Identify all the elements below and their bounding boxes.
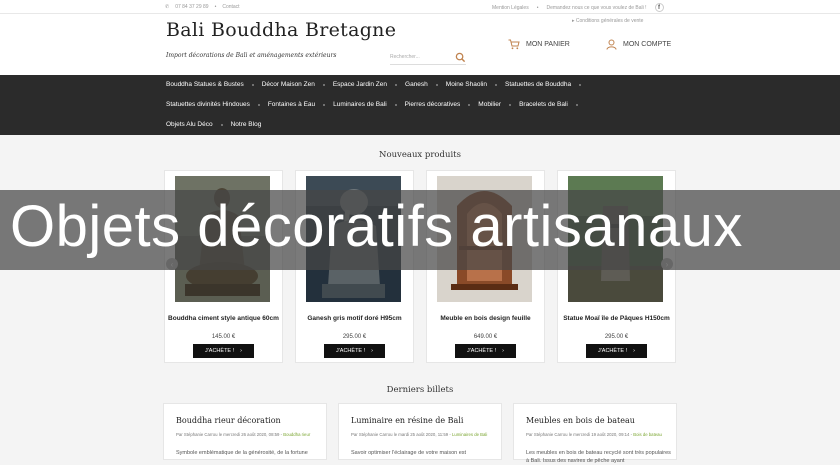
top-bar: ✆ 07 84 37 29 89 • Contact Mention Légal… [0, 0, 840, 14]
post-meta-text: Par Stéphanie Carrou le mardi 25 août 20… [351, 432, 451, 437]
phone-number[interactable]: 07 84 37 29 89 [175, 4, 208, 10]
buy-button-label: J'ACHÈTE ! [597, 348, 628, 354]
nav-item-statuettes-bouddha[interactable]: Statuettes de Bouddha [505, 81, 571, 88]
account-button[interactable]: MON COMPTE [606, 39, 671, 50]
banner-text: Objets décoratifs artisanaux [10, 194, 743, 259]
cgv-label: Conditions générales de vente [575, 18, 644, 24]
buy-button[interactable]: J'ACHÈTE ! › [324, 344, 385, 358]
product-price: 295.00 € [604, 334, 629, 340]
nav-separator [394, 103, 397, 106]
nav-item-fontaines[interactable]: Fontaines à Eau [268, 101, 315, 108]
post-meta-text: Par Stéphanie Carrou le mercredi 19 août… [526, 432, 633, 437]
buy-button-label: J'ACHÈTE ! [204, 348, 235, 354]
post-title[interactable]: Meubles en bois de bateau [526, 416, 635, 425]
chevron-right-icon: › [502, 348, 504, 354]
nav-item-bracelets[interactable]: Bracelets de Bali [519, 101, 568, 108]
nav-separator [495, 83, 497, 86]
nav-separator [435, 83, 438, 86]
product-price: 295.00 € [342, 334, 367, 340]
nav-separator [579, 83, 582, 86]
cart-button[interactable]: MON PANIER [508, 39, 570, 50]
new-products-title: Nouveaux produits [379, 150, 461, 160]
chevron-right-icon: › [240, 348, 242, 354]
chevron-right-icon: › [633, 348, 635, 354]
nav-item-ganesh[interactable]: Ganesh [405, 81, 428, 88]
nav-item-decor-maison[interactable]: Décor Maison Zen [262, 81, 315, 88]
nav-separator [257, 103, 260, 106]
post-title[interactable]: Bouddha rieur décoration [176, 416, 281, 425]
buy-button[interactable]: J'ACHÈTE ! › [193, 344, 254, 358]
product-name[interactable]: Statue Moaï île de Pâques H150cm [558, 315, 675, 322]
product-name[interactable]: Bouddha ciment style antique 60cm [165, 315, 282, 322]
post-category-link[interactable]: Bouddha rieur [283, 432, 310, 437]
nav-separator [468, 103, 471, 106]
nav-item-blog[interactable]: Notre Blog [231, 121, 262, 128]
chevron-right-icon: › [371, 348, 373, 354]
nav-row-1: Bouddha Statues & Bustes Décor Maison Ze… [166, 81, 589, 88]
facebook-icon[interactable]: f [654, 3, 664, 12]
site-tagline: Import décorations de Bali et aménagemen… [166, 52, 337, 59]
buy-button[interactable]: J'ACHÈTE ! › [455, 344, 516, 358]
nav-item-bouddha-statues[interactable]: Bouddha Statues & Bustes [166, 81, 244, 88]
nav-item-moine-shaolin[interactable]: Moine Shaolin [446, 81, 487, 88]
separator-dot: • [536, 4, 539, 11]
phone-icon: ✆ [165, 4, 170, 10]
blog-post[interactable]: Luminaire en résine de Bali Par Stéphani… [338, 403, 502, 460]
cgv-link[interactable]: ▸ Conditions générales de vente [572, 18, 643, 24]
search-icon[interactable] [455, 52, 466, 63]
site-logo[interactable]: Bali Bouddha Bretagne [166, 19, 396, 41]
buy-button[interactable]: J'ACHÈTE ! › [586, 344, 647, 358]
cart-label: MON PANIER [526, 41, 570, 48]
post-meta: Par Stéphanie Carrou le mardi 25 août 20… [351, 432, 493, 438]
latest-posts-title: Derniers billets [386, 385, 454, 395]
nav-separator [323, 103, 326, 106]
blog-post[interactable]: Meubles en bois de bateau Par Stéphanie … [513, 403, 677, 464]
user-icon [606, 39, 617, 50]
nav-item-luminaires[interactable]: Luminaires de Bali [333, 101, 386, 108]
post-excerpt: Les meubles en bois de bateau recyclé so… [526, 450, 671, 464]
buy-button-label: J'ACHÈTE ! [466, 348, 497, 354]
nav-item-espace-jardin[interactable]: Espace Jardin Zen [333, 81, 387, 88]
product-name[interactable]: Meuble en bois design feuille [427, 315, 544, 322]
search-input[interactable]: Rechercher... [390, 51, 466, 65]
nav-separator [251, 83, 254, 86]
product-name[interactable]: Ganesh gris motif doré H95cm [296, 315, 413, 322]
site-header: Bali Bouddha Bretagne Import décorations… [0, 14, 840, 75]
separator-dot: • [214, 4, 217, 10]
ask-link[interactable]: Demandez nous ce que vous voulez de Bali… [546, 5, 646, 11]
legal-link[interactable]: Mention Légales [492, 5, 529, 11]
cart-icon [508, 39, 520, 50]
post-meta-text: Par Stéphanie Carrou le mercredi 26 août… [176, 432, 283, 437]
nav-separator [575, 103, 578, 106]
post-title[interactable]: Luminaire en résine de Bali [351, 416, 463, 425]
post-excerpt: Symbole emblématique de la générosité, d… [176, 450, 308, 456]
search-placeholder: Rechercher... [390, 54, 420, 60]
nav-item-mobilier[interactable]: Mobilier [478, 101, 501, 108]
post-excerpt: Savoir optimiser l'éclairage de votre ma… [351, 450, 467, 456]
main-navigation: Bouddha Statues & Bustes Décor Maison Ze… [0, 75, 840, 135]
contact-link[interactable]: Contact [222, 4, 239, 10]
nav-item-objets-alu[interactable]: Objets Alu Déco [166, 121, 213, 128]
post-meta: Par Stéphanie Carrou le mercredi 26 août… [176, 432, 318, 438]
product-price: 649.00 € [473, 334, 498, 340]
blog-post[interactable]: Bouddha rieur décoration Par Stéphanie C… [163, 403, 327, 460]
nav-item-divinites-hindoues[interactable]: Statuettes divinités Hindoues [166, 101, 250, 108]
product-price: 145.00 € [211, 334, 236, 340]
nav-separator [220, 123, 223, 126]
nav-separator [509, 103, 512, 106]
nav-separator [395, 83, 398, 86]
nav-separator [322, 83, 325, 86]
nav-row-3: Objets Alu Déco Notre Blog [166, 121, 261, 128]
post-category-link[interactable]: Bois de bateau [633, 432, 662, 437]
nav-item-pierres[interactable]: Pierres décoratives [405, 101, 461, 108]
nav-row-2: Statuettes divinités Hindoues Fontaines … [166, 101, 586, 108]
post-category-link[interactable]: Luminaires de Bali [452, 432, 487, 437]
account-label: MON COMPTE [623, 41, 672, 48]
buy-button-label: J'ACHÈTE ! [335, 348, 366, 354]
post-meta: Par Stéphanie Carrou le mercredi 19 août… [526, 432, 668, 438]
